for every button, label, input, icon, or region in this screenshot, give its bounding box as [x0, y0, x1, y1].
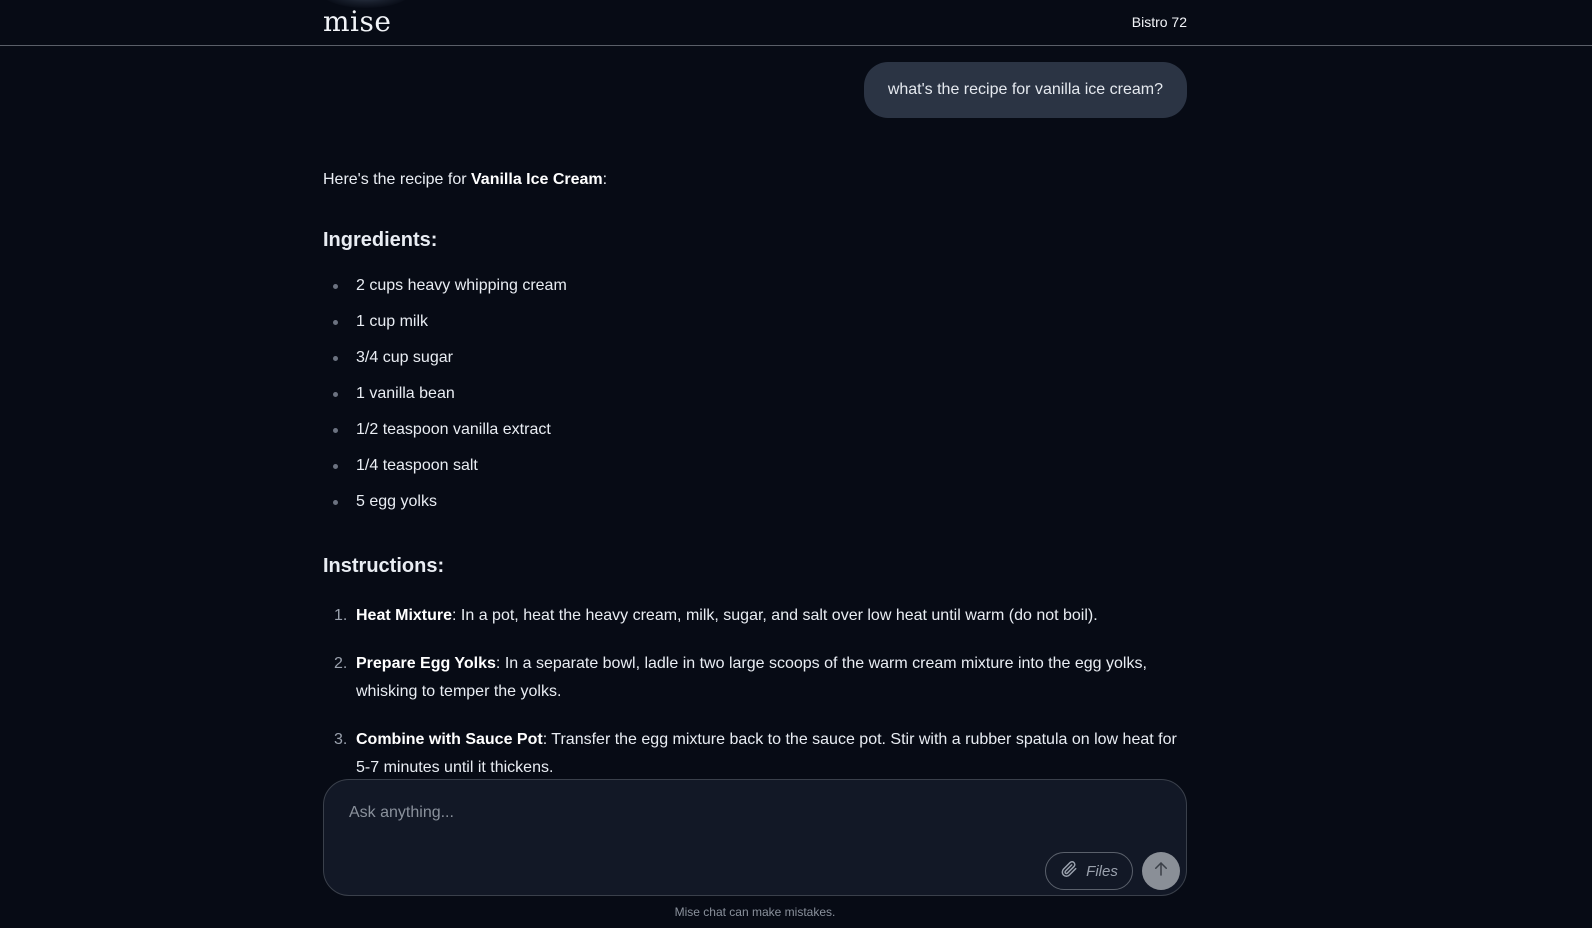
step-text: : In a pot, heat the heavy cream, milk, … — [452, 607, 1098, 624]
top-bar: mise Bistro 72 — [0, 0, 1592, 46]
list-item: 1 vanilla bean — [323, 376, 1187, 412]
ingredient-text: 2 cups heavy whipping cream — [356, 277, 567, 294]
step-number: 3. — [334, 731, 348, 748]
list-item: 2 cups heavy whipping cream — [323, 268, 1187, 304]
step-number: 1. — [334, 607, 348, 624]
list-item: 1/4 teaspoon salt — [323, 448, 1187, 484]
step-title: Prepare Egg Yolks — [356, 655, 496, 672]
intro-recipe-name: Vanilla Ice Cream — [471, 171, 603, 188]
ingredient-text: 3/4 cup sugar — [356, 349, 453, 366]
user-message: what's the recipe for vanilla ice cream? — [863, 62, 1187, 118]
bullet-icon — [333, 356, 338, 361]
instructions-list: 1. Heat Mixture: In a pot, heat the heavy… — [323, 602, 1187, 782]
chat-thread[interactable]: what's the recipe for vanilla ice cream?… — [323, 46, 1187, 782]
bullet-icon — [333, 464, 338, 469]
list-item: 3/4 cup sugar — [323, 340, 1187, 376]
arrow-up-icon — [1152, 860, 1170, 883]
intro-prefix: Here's the recipe for — [323, 171, 472, 188]
instructions-heading: Instructions: — [323, 555, 445, 577]
step-title: Heat Mixture — [356, 607, 453, 624]
ingredient-text: 1 vanilla bean — [356, 385, 455, 402]
ingredient-text: 1 cup milk — [356, 313, 429, 330]
instruction-item: 1. Heat Mixture: In a pot, heat the heavy… — [323, 602, 1187, 630]
intro-suffix: : — [602, 171, 608, 188]
list-item: 1/2 teaspoon vanilla extract — [323, 412, 1187, 448]
list-item: 5 egg yolks — [323, 484, 1187, 520]
bullet-icon — [333, 284, 338, 289]
step-number: 2. — [334, 655, 348, 672]
ingredients-heading: Ingredients: — [323, 229, 438, 251]
disclaimer-text: Mise chat can make mistakes. — [674, 905, 836, 919]
bullet-icon — [333, 320, 338, 325]
paperclip-icon — [1060, 860, 1078, 882]
app-logo[interactable]: mise — [323, 4, 391, 40]
files-label: Files — [1086, 862, 1118, 880]
bullet-icon — [333, 392, 338, 397]
restaurant-name[interactable]: Bistro 72 — [1132, 14, 1187, 30]
step-title: Combine with Sauce Pot — [356, 731, 543, 748]
ingredient-text: 5 egg yolks — [356, 493, 437, 510]
message-composer: Files — [323, 779, 1187, 896]
bullet-icon — [333, 500, 338, 505]
ingredients-list: 2 cups heavy whipping cream 1 cup milk 3… — [323, 268, 1187, 520]
list-item: 1 cup milk — [323, 304, 1187, 340]
instruction-item: 2. Prepare Egg Yolks: In a separate bowl,… — [323, 650, 1187, 706]
chat-input[interactable] — [347, 800, 1151, 826]
assistant-message: Here's the recipe for Vanilla Ice Cream:… — [323, 166, 1187, 782]
ingredient-text: 1/2 teaspoon vanilla extract — [356, 421, 551, 438]
files-button[interactable]: Files — [1045, 852, 1133, 890]
bullet-icon — [333, 428, 338, 433]
instruction-item: 3. Combine with Sauce Pot: Transfer the e… — [323, 726, 1187, 782]
assistant-intro: Here's the recipe for Vanilla Ice Cream: — [323, 166, 1187, 194]
send-button[interactable] — [1142, 852, 1180, 890]
ingredient-text: 1/4 teaspoon salt — [356, 457, 478, 474]
